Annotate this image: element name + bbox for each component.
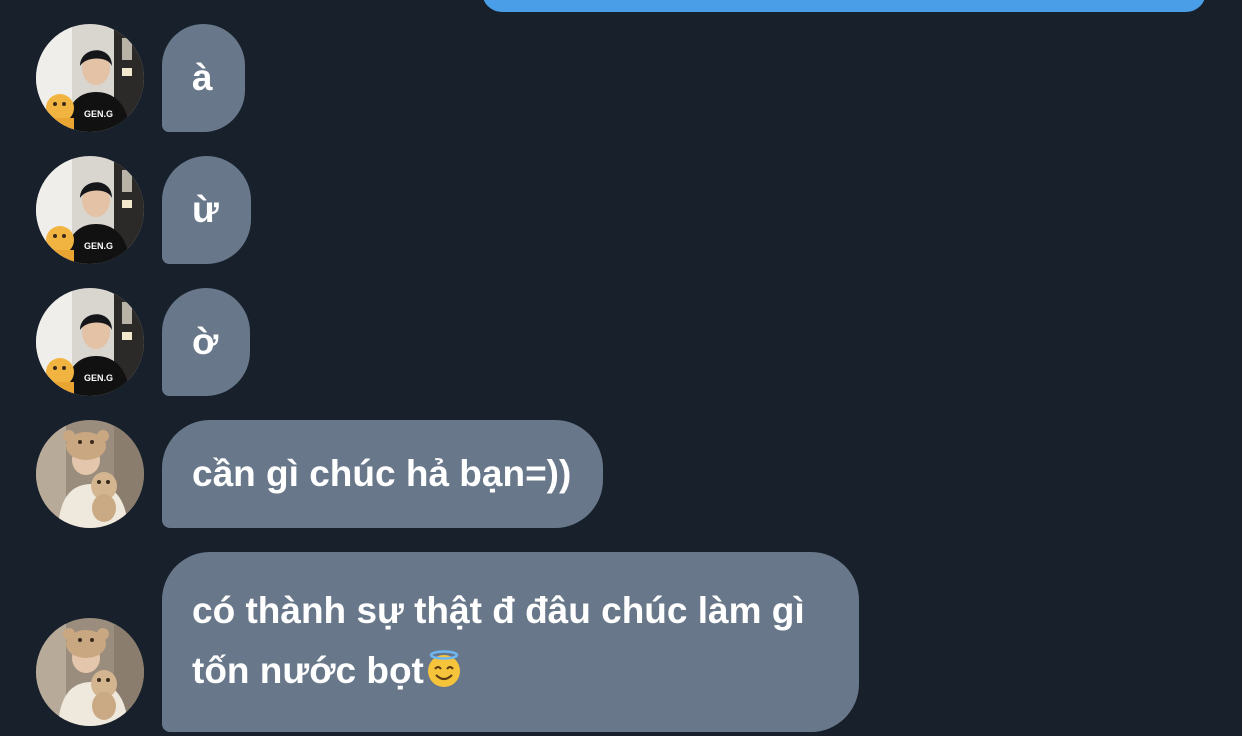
smiling-face-with-halo-icon: [427, 650, 460, 687]
message-text-line: có thành sự thật đ đâu chúc làm gì: [192, 590, 805, 631]
avatar-boy-icon[interactable]: GEN.G: [36, 288, 144, 396]
avatar-boy-icon[interactable]: GEN.G: [36, 156, 144, 264]
avatar-bear-hat-icon[interactable]: [36, 618, 144, 726]
svg-text:GEN.G: GEN.G: [84, 241, 113, 251]
svg-text:GEN.G: GEN.G: [84, 109, 113, 119]
sent-message-bubble[interactable]: [482, 0, 1206, 12]
message-text-line: tốn nước bọt: [192, 641, 805, 701]
message-bubble[interactable]: ờ: [162, 288, 251, 396]
message-bubble[interactable]: có thành sự thật đ đâu chúc làm gì tốn n…: [162, 552, 859, 732]
message-bubble[interactable]: cần gì chúc hả bạn=)): [162, 420, 604, 528]
chat-thread: GEN.G à GEN.G ừ GEN.G ờ cần gì chúc hả b…: [0, 0, 1242, 736]
avatar-bear-hat-icon[interactable]: [36, 420, 144, 528]
message-bubble[interactable]: ừ: [162, 156, 251, 264]
svg-text:GEN.G: GEN.G: [84, 373, 113, 383]
avatar-boy-icon[interactable]: GEN.G: [36, 24, 144, 132]
message-bubble[interactable]: à: [162, 24, 245, 132]
